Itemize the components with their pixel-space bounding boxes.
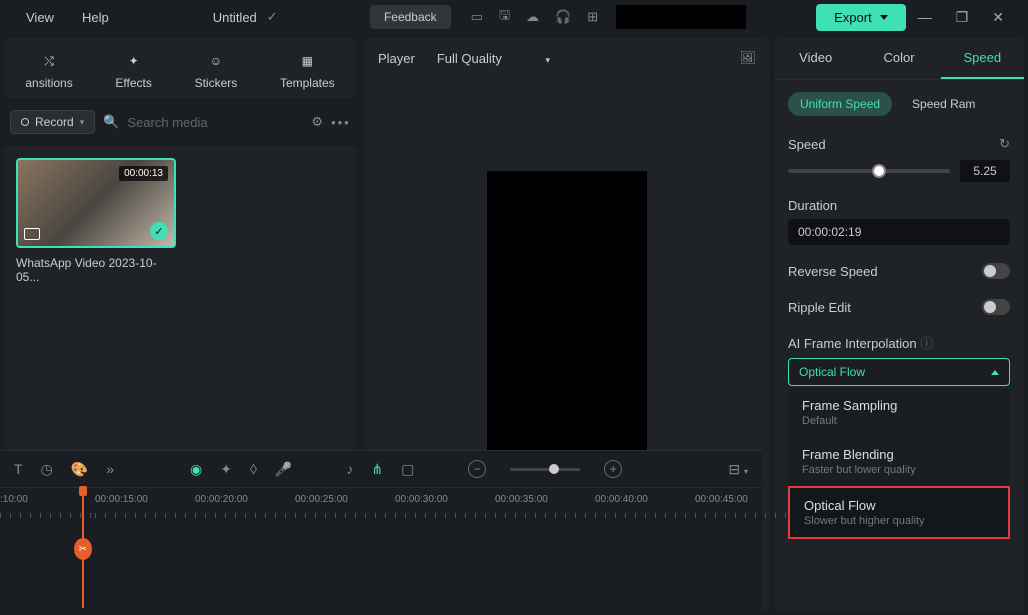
ruler-mark: 00:00:35:00 [495, 494, 548, 505]
tab-transitions[interactable]: ⤭ansitions [25, 50, 72, 90]
timer-icon[interactable]: ◷ [41, 461, 53, 478]
ripple-edit-label: Ripple Edit [788, 300, 851, 315]
feedback-button[interactable]: Feedback [370, 5, 451, 29]
timeline-ruler[interactable]: :10:00 00:00:15:00 00:00:20:00 00:00:25:00 0… [0, 488, 762, 518]
cloud-icon[interactable]: ☁ [526, 9, 539, 25]
tab-effects[interactable]: ✦Effects [115, 50, 151, 90]
search-icon: 🔍 [103, 114, 119, 130]
menu-help[interactable]: Help [68, 10, 123, 25]
record-button[interactable]: Record▾ [10, 110, 95, 134]
more-icon[interactable]: ••• [331, 115, 351, 130]
snapshot-icon[interactable]: 🖼 [739, 50, 756, 66]
transitions-icon: ⤭ [38, 50, 60, 72]
tab-video[interactable]: Video [774, 38, 857, 79]
info-icon[interactable]: ⓘ [920, 336, 933, 351]
option-optical-flow[interactable]: Optical Flow Slower but higher quality [788, 486, 1010, 539]
check-icon: ✓ [150, 222, 168, 240]
tab-speed[interactable]: Speed [941, 38, 1024, 79]
ruler-mark: 00:00:20:00 [195, 494, 248, 505]
option-frame-sampling[interactable]: Frame Sampling Default [788, 388, 1010, 437]
zoom-slider[interactable] [510, 468, 580, 471]
reverse-speed-label: Reverse Speed [788, 264, 878, 279]
ai-frame-label: AI Frame Interpolation [788, 336, 917, 351]
speed-label: Speed [788, 137, 826, 152]
ruler-mark: 00:00:30:00 [395, 494, 448, 505]
split-button[interactable]: ✂ [74, 538, 92, 560]
save-icon[interactable]: 🖫 [499, 6, 510, 28]
speed-slider[interactable] [788, 169, 950, 173]
zoom-in-button[interactable]: + [604, 460, 622, 478]
filter-icon[interactable]: ⚙ [311, 114, 323, 130]
duration-input[interactable] [788, 219, 1010, 245]
player-label: Player [378, 51, 415, 66]
mode-speed-ramp[interactable]: Speed Ram [900, 92, 987, 116]
project-title: Untitled [213, 10, 257, 25]
ruler-mark: 00:00:25:00 [295, 494, 348, 505]
duration-label: Duration [788, 198, 837, 213]
device-icon[interactable]: ▭ [471, 9, 483, 25]
film-icon [24, 228, 40, 240]
redacted-region [616, 5, 746, 29]
maximize-button[interactable]: ❐ [956, 9, 969, 26]
tab-stickers[interactable]: ☺Stickers [195, 50, 238, 90]
minimize-button[interactable]: — [918, 9, 932, 25]
effects-icon: ✦ [123, 50, 145, 72]
palette-icon[interactable]: 🎨 [71, 461, 88, 478]
clip-thumbnail[interactable]: 00:00:13 ✓ [16, 158, 176, 248]
more-tools-icon[interactable]: » [106, 461, 114, 477]
export-button[interactable]: Export [816, 4, 906, 31]
chevron-down-icon [880, 15, 888, 20]
menu-view[interactable]: View [12, 10, 68, 25]
mode-uniform-speed[interactable]: Uniform Speed [788, 92, 892, 116]
option-frame-blending[interactable]: Frame Blending Faster but lower quality [788, 437, 1010, 486]
ai-icon[interactable]: ◉ [190, 461, 202, 478]
grid-icon[interactable]: ⊞ [587, 9, 598, 25]
search-input[interactable] [127, 115, 303, 130]
ruler-mark: :10:00 [0, 494, 28, 505]
ruler-mark: 00:00:40:00 [595, 494, 648, 505]
reset-icon[interactable]: ↻ [999, 136, 1010, 152]
view-mode-icon[interactable]: ⊟ ▾ [728, 461, 748, 478]
text-tool-icon[interactable]: T [14, 461, 23, 477]
record-icon [21, 118, 29, 126]
ai-frame-select[interactable]: Optical Flow [788, 358, 1010, 386]
sparkle-icon[interactable]: ✦ [220, 461, 232, 478]
zoom-out-button[interactable]: − [468, 460, 486, 478]
tab-templates[interactable]: ▦Templates [280, 50, 335, 90]
speed-value[interactable]: 5.25 [960, 160, 1010, 182]
tab-color[interactable]: Color [857, 38, 940, 79]
clip-name: WhatsApp Video 2023-10-05... [16, 256, 176, 284]
quality-select[interactable]: Full Quality ▾ [429, 47, 558, 70]
clip-duration-badge: 00:00:13 [119, 166, 168, 181]
headphones-icon[interactable]: 🎧 [555, 9, 571, 25]
close-button[interactable]: ✕ [992, 9, 1004, 26]
templates-icon: ▦ [296, 50, 318, 72]
ruler-mark: 00:00:45:00 [695, 494, 748, 505]
magnet-icon[interactable]: ⋔ [371, 461, 383, 478]
chevron-up-icon [991, 370, 999, 375]
shield-icon[interactable]: ◊ [250, 461, 257, 477]
mic-icon[interactable]: 🎤 [275, 461, 292, 478]
crop-icon[interactable]: ▢ [401, 461, 414, 478]
media-clip[interactable]: 00:00:13 ✓ WhatsApp Video 2023-10-05... [16, 158, 176, 284]
video-canvas [487, 171, 647, 451]
stickers-icon: ☺ [205, 50, 227, 72]
sync-status-icon: ✓ [267, 9, 278, 25]
ai-frame-dropdown: Frame Sampling Default Frame Blending Fa… [788, 388, 1010, 539]
ruler-mark: 00:00:15:00 [95, 494, 148, 505]
ripple-edit-toggle[interactable] [982, 299, 1010, 315]
music-icon[interactable]: ♪ [346, 461, 353, 477]
reverse-speed-toggle[interactable] [982, 263, 1010, 279]
